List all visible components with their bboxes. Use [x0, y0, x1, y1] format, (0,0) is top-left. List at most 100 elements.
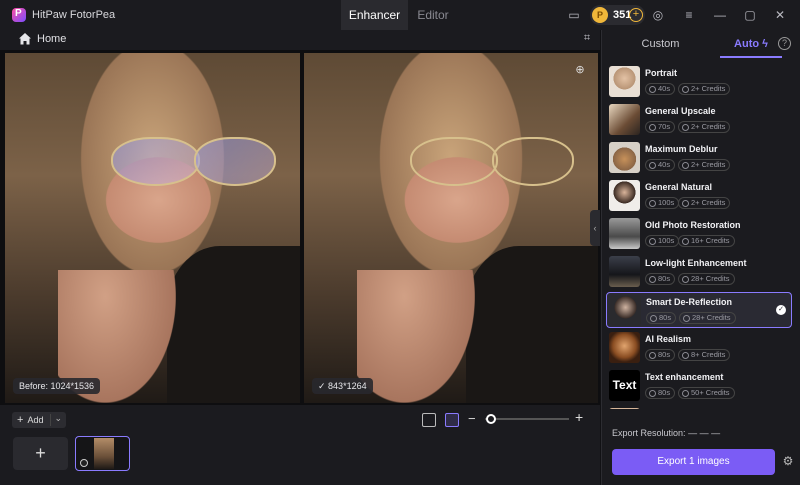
tab-auto-label: Auto	[734, 38, 760, 50]
maximize-icon[interactable]: ▢	[742, 7, 758, 23]
help-icon[interactable]: ?	[778, 37, 791, 50]
app-logo-icon	[12, 8, 26, 22]
export-resolution-label: Export Resolution:	[612, 428, 686, 438]
add-button[interactable]: + Add ⌄	[12, 412, 66, 428]
split-view-icon[interactable]	[445, 413, 459, 427]
credits-chip: 28+ Credits	[679, 312, 736, 324]
zoom-out-button[interactable]: −	[468, 411, 476, 426]
model-thumbnail	[609, 142, 640, 173]
divider	[50, 414, 51, 426]
model-name: Low-light Enhancement	[645, 258, 747, 268]
model-item[interactable]: AI Realism 80s 8+ Credits	[606, 330, 792, 366]
glasses-lens-right	[193, 137, 277, 186]
message-icon[interactable]: ▭	[566, 7, 582, 23]
time-chip: 80s	[645, 349, 676, 361]
home-icon[interactable]	[18, 32, 32, 46]
zoom-in-icon[interactable]: ⊕	[572, 63, 588, 79]
chevron-down-icon[interactable]: ⌄	[54, 413, 62, 424]
credits-chip: 16+ Credits	[678, 235, 735, 247]
minimize-icon[interactable]: —	[712, 7, 728, 23]
after-size-text: 843*1264	[328, 381, 367, 391]
model-item[interactable]: Ultra Clarity 8X & 6X	[606, 406, 792, 409]
gear-icon[interactable]: ⚙	[781, 454, 795, 468]
tab-enhancer[interactable]: Enhancer	[341, 0, 408, 30]
export-resolution: Export Resolution: — — —	[612, 428, 720, 438]
time-chip: 100s	[645, 197, 680, 209]
after-image: ⊕ ✓ 843*1264	[304, 53, 598, 403]
model-thumbnail	[609, 332, 640, 363]
glasses-lens-left	[409, 137, 499, 186]
model-thumbnail	[609, 408, 640, 409]
thumbnail-preview	[94, 438, 114, 469]
model-item[interactable]: General Natural 100s 2+ Credits	[606, 178, 792, 214]
credits-chip: 2+ Credits	[678, 121, 731, 133]
lightning-icon: ϟ	[762, 38, 768, 50]
model-item[interactable]: Text Text enhancement 80s 50+ Credits	[606, 368, 792, 404]
credits-chip: 2+ Credits	[678, 83, 731, 95]
after-photo	[304, 53, 598, 403]
zoom-slider-track[interactable]	[485, 418, 569, 420]
model-name: Text enhancement	[645, 372, 724, 382]
menu-icon[interactable]: ≡	[681, 7, 697, 23]
model-panel: Custom Auto ϟ ? Portrait 40s 2+ Credits Gen…	[601, 30, 800, 485]
model-item[interactable]: Old Photo Restoration 100s 16+ Credits	[606, 216, 792, 252]
model-name: Smart De-Reflection	[646, 297, 733, 307]
model-thumbnail: Text	[609, 370, 640, 401]
model-thumbnail	[609, 104, 640, 135]
model-name: Old Photo Restoration	[645, 220, 741, 230]
model-item[interactable]: Smart De-Reflection 80s 28+ Credits ✓	[606, 292, 792, 328]
tab-auto[interactable]: Auto ϟ	[719, 30, 783, 58]
coin-icon: P	[592, 7, 608, 23]
processing-status-icon	[80, 459, 88, 467]
glasses-lens-left	[111, 137, 200, 186]
bottom-toolbar: + Add ⌄ − + +	[0, 405, 600, 485]
tab-editor[interactable]: Editor	[408, 0, 458, 30]
credits-chip: 2+ Credits	[678, 159, 731, 171]
before-size-label: Before: 1024*1536	[13, 378, 101, 394]
tab-custom[interactable]: Custom	[602, 30, 719, 58]
add-image-button[interactable]: +	[13, 437, 68, 470]
before-image: Before: 1024*1536	[5, 53, 300, 403]
credits-chip: 50+ Credits	[678, 387, 735, 399]
model-thumbnail	[609, 256, 640, 287]
account-icon[interactable]: ◎	[650, 7, 666, 23]
model-name: Maximum Deblur	[645, 144, 718, 154]
model-name: Portrait	[645, 68, 678, 78]
model-list: Portrait 40s 2+ Credits General Upscale 70s 2…	[606, 64, 794, 409]
model-thumbnail	[610, 295, 641, 326]
crop-icon[interactable]: ⌗	[580, 32, 594, 46]
model-thumbnail	[609, 180, 640, 211]
image-thumbnail[interactable]	[75, 436, 130, 471]
model-item[interactable]: Portrait 40s 2+ Credits	[606, 64, 792, 100]
export-button[interactable]: Export 1 images	[612, 449, 775, 475]
title-bar: HitPaw FotorPea Enhancer Editor ▭ P 351 …	[0, 0, 800, 30]
credits-chip: 28+ Credits	[678, 273, 735, 285]
model-item[interactable]: General Upscale 70s 2+ Credits	[606, 102, 792, 138]
time-chip: 100s	[645, 235, 680, 247]
zoom-in-button[interactable]: +	[575, 409, 583, 425]
close-icon[interactable]: ✕	[772, 7, 788, 23]
add-credits-icon[interactable]: +	[629, 8, 643, 22]
single-view-icon[interactable]	[422, 413, 436, 427]
model-item[interactable]: Maximum Deblur 40s 2+ Credits	[606, 140, 792, 176]
collapse-panel-button[interactable]: ‹	[590, 210, 600, 246]
active-tab-indicator	[720, 56, 782, 58]
home-link[interactable]: Home	[37, 33, 66, 45]
before-photo	[5, 53, 300, 403]
export-resolution-value: — — —	[688, 428, 721, 438]
model-name: General Upscale	[645, 106, 716, 116]
model-thumbnail	[609, 66, 640, 97]
time-chip: 80s	[645, 387, 676, 399]
image-canvas: Before: 1024*1536 ⊕ ✓ 843*1264	[0, 50, 600, 405]
model-name: AI Realism	[645, 334, 692, 344]
breadcrumb-bar: Home ⌗	[0, 30, 600, 50]
model-item[interactable]: Low-light Enhancement 80s 28+ Credits	[606, 254, 792, 290]
time-chip: 40s	[645, 83, 676, 95]
time-chip: 80s	[645, 273, 676, 285]
plus-icon: +	[17, 414, 24, 426]
time-chip: 40s	[645, 159, 676, 171]
add-label: Add	[27, 415, 44, 425]
time-chip: 70s	[645, 121, 676, 133]
time-chip: 80s	[646, 312, 677, 324]
zoom-slider-handle[interactable]	[486, 414, 497, 424]
